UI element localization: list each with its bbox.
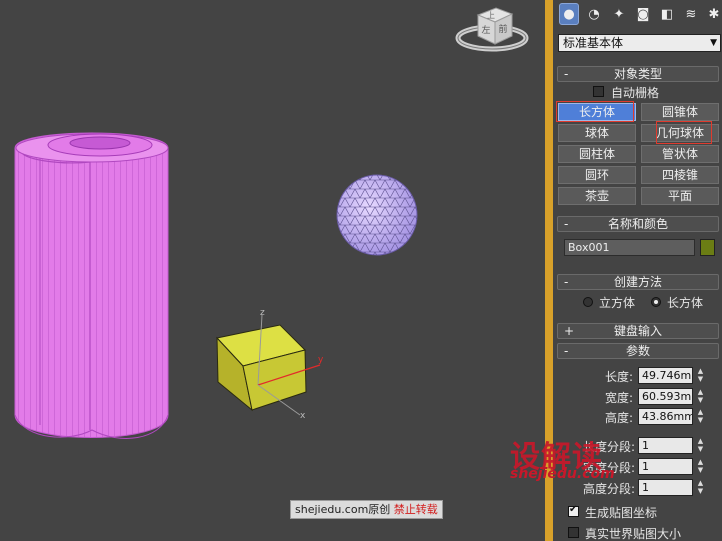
gen-mapping-checkbox[interactable]	[568, 504, 579, 517]
width-spinner[interactable]: ▲ ▼	[696, 388, 705, 405]
object-button-teapot[interactable]: 茶壶	[558, 187, 636, 205]
rollout-object-type[interactable]: - 对象类型	[557, 66, 719, 82]
panel-tabs: ● ◔ ✦ ◙ ◧ ≋ ✱	[557, 3, 722, 27]
object-name-field[interactable]: Box001	[564, 239, 695, 256]
viewcube-top-label: 上	[487, 11, 495, 20]
watermark-forbid: 禁止转载	[393, 503, 438, 516]
watermark-site: shejiedu.com	[295, 503, 369, 516]
height-input[interactable]: 43.86mm	[638, 408, 693, 425]
gizmo-z-label: z	[260, 308, 265, 318]
height-spinner[interactable]: ▲ ▼	[696, 408, 705, 425]
object-button-plane[interactable]: 平面	[641, 187, 719, 205]
lights-tab-icon[interactable]: ✦	[609, 3, 629, 25]
width-segs-input[interactable]: 1	[638, 458, 693, 475]
cylinder-object[interactable]	[14, 132, 169, 439]
gen-mapping-label: 生成贴图坐标	[585, 506, 658, 520]
watermark-original: 原创	[368, 503, 391, 516]
cameras-tab-icon[interactable]: ◙	[633, 3, 653, 25]
object-button-torus[interactable]: 圆环	[558, 166, 636, 184]
length-spinner[interactable]: ▲ ▼	[696, 367, 705, 384]
viewport-scene: 上 左 前 z y x	[14, 7, 529, 439]
systems-tab-icon[interactable]: ✱	[704, 3, 722, 25]
rollout-parameters[interactable]: - 参数	[557, 343, 719, 359]
radio-cube[interactable]	[583, 297, 593, 307]
box-object[interactable]	[216, 324, 307, 412]
radio-box-label: 长方体	[667, 296, 704, 310]
width-input[interactable]: 60.593mm	[638, 388, 693, 405]
rollout-keyboard-entry-title: 键盘输入	[613, 324, 662, 338]
height-label: 高度:	[605, 411, 634, 425]
length-label: 长度:	[605, 370, 634, 384]
object-color-swatch[interactable]	[700, 239, 715, 256]
length-input[interactable]: 49.746mm	[638, 367, 693, 384]
rollout-name-color-title: 名称和颜色	[607, 217, 668, 231]
chevron-down-icon: ▼	[710, 38, 717, 48]
max-ui: 上 左 前 z y x shejiedu.com原创 禁止转载 ● ◔ ✦ ◙ …	[0, 0, 722, 541]
category-dropdown[interactable]: 标准基本体 ▼	[558, 34, 721, 52]
object-button-tube[interactable]: 管状体	[641, 145, 719, 163]
length-segs-spinner[interactable]: ▲ ▼	[696, 437, 705, 454]
brand-url: shejiedu.com	[510, 466, 615, 482]
autogrid-label: 自动栅格	[611, 86, 660, 100]
radio-cube-label: 立方体	[599, 296, 636, 310]
rollout-object-type-title: 对象类型	[613, 67, 662, 81]
create-tab-icon[interactable]: ●	[559, 3, 579, 25]
viewcube-front-label: 前	[498, 23, 507, 35]
rollout-keyboard-entry[interactable]: + 键盘输入	[557, 323, 719, 339]
object-button-cone[interactable]: 圆锥体	[641, 103, 719, 121]
gizmo-x-label: x	[300, 411, 306, 421]
object-button-cylinder[interactable]: 圆柱体	[558, 145, 636, 163]
spacewarps-tab-icon[interactable]: ≋	[681, 3, 701, 25]
real-world-label: 真实世界贴图大小	[585, 527, 682, 541]
geosphere-object[interactable]	[336, 174, 418, 256]
viewcube[interactable]: 上 左 前	[455, 7, 529, 52]
rollout-creation-method-title: 创建方法	[613, 275, 662, 289]
rollout-parameters-title: 参数	[625, 344, 650, 358]
highlight-box-geosphere-button	[656, 121, 712, 144]
length-segs-input[interactable]: 1	[638, 437, 693, 454]
viewcube-left-label: 左	[481, 24, 490, 36]
helpers-tab-icon[interactable]: ◧	[657, 3, 677, 25]
highlight-box-box-button	[556, 101, 634, 122]
object-button-pyramid[interactable]: 四棱锥	[641, 166, 719, 184]
perspective-viewport[interactable]: 上 左 前 z y x shejiedu.com原创 禁止转载	[0, 0, 545, 541]
gizmo-y-label: y	[318, 355, 324, 365]
watermark-badge: shejiedu.com原创 禁止转载	[290, 500, 443, 519]
width-segs-spinner[interactable]: ▲ ▼	[696, 458, 705, 475]
height-segs-label: 高度分段:	[583, 482, 636, 496]
width-label: 宽度:	[605, 391, 634, 405]
category-dropdown-value: 标准基本体	[563, 36, 624, 50]
height-segs-spinner[interactable]: ▲ ▼	[696, 479, 705, 496]
rollout-name-color[interactable]: - 名称和颜色	[557, 216, 719, 232]
autogrid-checkbox[interactable]	[593, 86, 604, 97]
height-segs-input[interactable]: 1	[638, 479, 693, 496]
rollout-creation-method[interactable]: - 创建方法	[557, 274, 719, 290]
shapes-tab-icon[interactable]: ◔	[584, 3, 604, 25]
radio-box[interactable]	[651, 297, 661, 307]
object-button-sphere[interactable]: 球体	[558, 124, 636, 142]
real-world-checkbox[interactable]	[568, 527, 579, 538]
